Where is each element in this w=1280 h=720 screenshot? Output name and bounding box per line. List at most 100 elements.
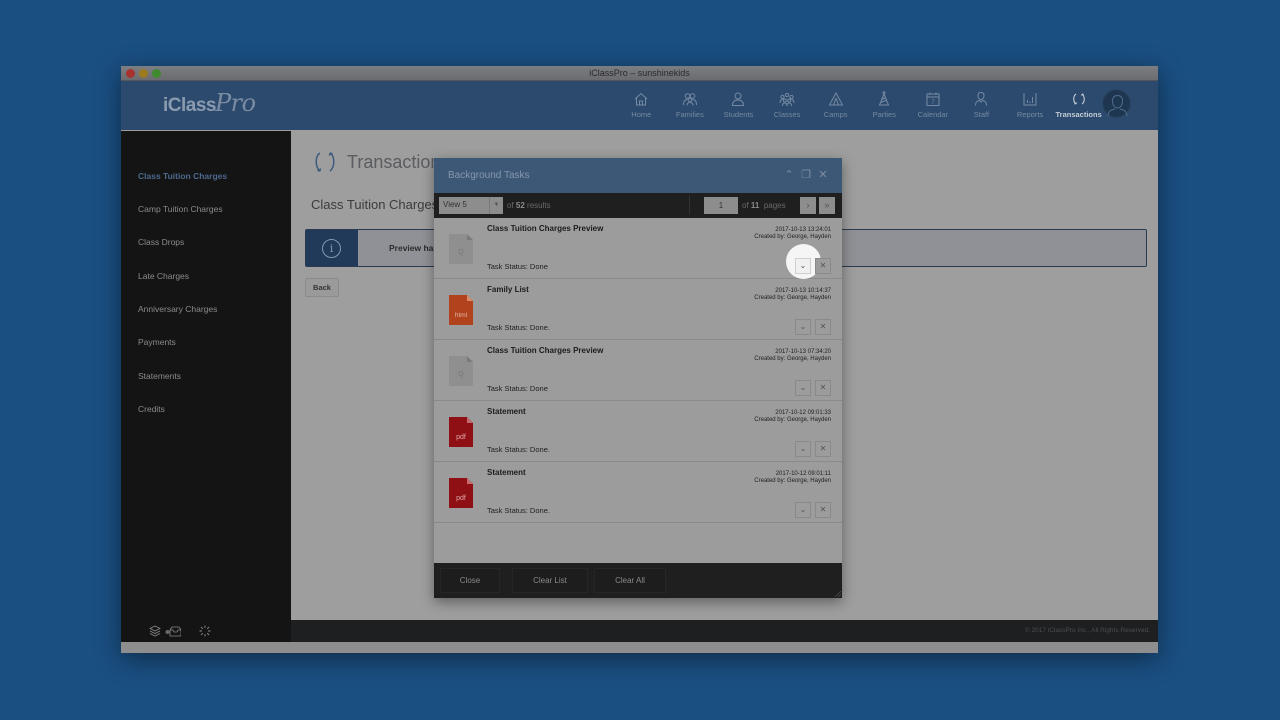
task-item: pdf Statement 2017-10-12 09:01:33 Create… [434, 401, 842, 462]
sidebar-item-credits[interactable]: Credits [138, 404, 165, 414]
nav-label: Camps [823, 110, 848, 119]
nav-home[interactable]: Home [617, 91, 666, 119]
collapse-icon[interactable]: ⌃ [784, 169, 794, 181]
results-count: of 52 results [507, 201, 551, 210]
app-footer: © 2017 iClassPro Inc., All Rights Reserv… [121, 620, 1158, 642]
task-date: 2017-10-12 09:01:33 [775, 410, 831, 416]
task-created-by: Created by: George, Hayden [754, 356, 831, 362]
pages-prefix: of [742, 201, 749, 210]
file-label: pdf [456, 434, 466, 441]
remove-task-button[interactable]: ✕ [815, 319, 831, 335]
user-avatar[interactable] [1102, 89, 1131, 118]
page-number-input[interactable]: 1 [704, 197, 738, 214]
task-date: 2017-10-12 09:01:11 [775, 471, 831, 477]
html-file-icon: html [449, 295, 473, 325]
sidebar-item-payments[interactable]: Payments [138, 337, 176, 347]
nav-label: Calendar [917, 110, 949, 119]
file-label: html [455, 312, 468, 319]
nav-classes[interactable]: Classes [763, 91, 812, 119]
remove-task-button[interactable]: ✕ [815, 258, 831, 274]
task-name: Class Tuition Charges Preview [487, 224, 604, 233]
staff-icon [975, 91, 988, 106]
nav-label: Students [723, 110, 754, 119]
results-prefix: of [507, 201, 514, 210]
inbox-icon[interactable] [165, 625, 181, 637]
pages-number: 11 [750, 201, 760, 210]
logo-script: Pro [214, 89, 256, 117]
sidebar-item-class-tuition-charges[interactable]: Class Tuition Charges [138, 171, 227, 181]
transactions-refresh-icon [315, 152, 335, 172]
nav-students[interactable]: Students [714, 91, 763, 119]
nav-parties[interactable]: Parties [860, 91, 909, 119]
chevron-down-icon: ⌄ [799, 383, 807, 392]
remove-task-button[interactable]: ✕ [815, 441, 831, 457]
download-button[interactable]: ⌄ [795, 502, 811, 518]
sidebar-item-class-drops[interactable]: Class Drops [138, 237, 184, 247]
toolbar-divider [689, 196, 690, 215]
sidebar-item-camp-tuition-charges[interactable]: Camp Tuition Charges [138, 204, 223, 214]
remove-task-button[interactable]: ✕ [815, 502, 831, 518]
remove-task-button[interactable]: ✕ [815, 380, 831, 396]
chevron-down-icon: ▼ [489, 197, 503, 214]
task-item: pdf Statement 2017-10-12 09:01:11 Create… [434, 462, 842, 523]
chevron-down-icon: ⌄ [799, 261, 807, 270]
copyright-text: © 2017 iClassPro Inc., All Rights Reserv… [1024, 627, 1150, 634]
task-item: Q Class Tuition Charges Preview 2017-10-… [434, 340, 842, 401]
user-silhouette-icon [1107, 94, 1128, 117]
dialog-header[interactable]: Background Tasks ⌃ ❐ ✕ [434, 158, 842, 193]
logo-text: iClass [163, 95, 216, 116]
clear-all-button[interactable]: Clear All [594, 568, 666, 593]
task-created-by: Created by: George, Hayden [754, 295, 831, 301]
task-created-by: Created by: George, Hayden [754, 417, 831, 423]
next-page-button[interactable]: › [800, 197, 816, 214]
task-status: Task Status: Done. [487, 506, 550, 515]
last-page-button[interactable]: » [819, 197, 835, 214]
nav-reports[interactable]: Reports [1006, 91, 1055, 119]
task-created-by: Created by: George, Hayden [754, 234, 831, 240]
tent-icon [828, 91, 844, 106]
clear-list-button[interactable]: Clear List [512, 568, 588, 593]
task-name: Family List [487, 285, 529, 294]
close-icon[interactable]: ✕ [818, 169, 828, 181]
calendar-icon: 7 [926, 92, 940, 106]
nav-camps[interactable]: Camps [811, 91, 860, 119]
info-icon-container: i [306, 230, 358, 266]
view-select-value: View 5 [443, 200, 467, 209]
resize-grip-icon[interactable] [833, 589, 841, 597]
sidebar-item-statements[interactable]: Statements [138, 371, 181, 381]
task-status: Task Status: Done [487, 262, 548, 271]
maximize-icon[interactable]: ❐ [801, 169, 811, 181]
back-button[interactable]: Back [305, 278, 339, 297]
view-count-select[interactable]: View 5 ▼ [439, 197, 503, 214]
download-button[interactable]: ⌄ [795, 380, 811, 396]
nav-label: Parties [872, 110, 896, 119]
nav-transactions[interactable]: Transactions [1054, 91, 1103, 119]
download-button[interactable]: ⌄ [795, 319, 811, 335]
sidebar-item-late-charges[interactable]: Late Charges [138, 271, 189, 281]
preview-file-icon: Q [449, 234, 473, 264]
party-hat-icon [879, 91, 890, 106]
chevron-down-icon: ⌄ [799, 322, 807, 331]
results-number: 52 [515, 201, 525, 210]
chevron-down-icon: ⌄ [799, 444, 807, 453]
nav-calendar[interactable]: 7 Calendar [909, 91, 958, 119]
task-status: Task Status: Done. [487, 323, 550, 332]
nav-staff[interactable]: Staff [957, 91, 1006, 119]
task-item: html Family List 2017-10-13 10:14:37 Cre… [434, 279, 842, 340]
info-icon: i [322, 239, 341, 258]
sidebar-item-anniversary-charges[interactable]: Anniversary Charges [138, 304, 217, 314]
iclasspro-logo[interactable]: iClassPro [163, 89, 256, 117]
nav-families[interactable]: Families [666, 91, 715, 119]
close-button[interactable]: Close [440, 568, 500, 593]
download-button[interactable]: ⌄ [795, 441, 811, 457]
file-label: Q [458, 249, 464, 256]
download-button[interactable]: ⌄ [795, 258, 811, 274]
dialog-title: Background Tasks [448, 170, 530, 181]
layers-icon[interactable] [149, 625, 161, 637]
close-icon: ✕ [819, 505, 827, 514]
nav-label: Home [631, 110, 652, 119]
home-icon [634, 92, 648, 106]
task-date: 2017-10-13 07:34:20 [775, 349, 831, 355]
chevron-down-icon: ⌄ [799, 505, 807, 514]
nav-label: Families [675, 110, 704, 119]
